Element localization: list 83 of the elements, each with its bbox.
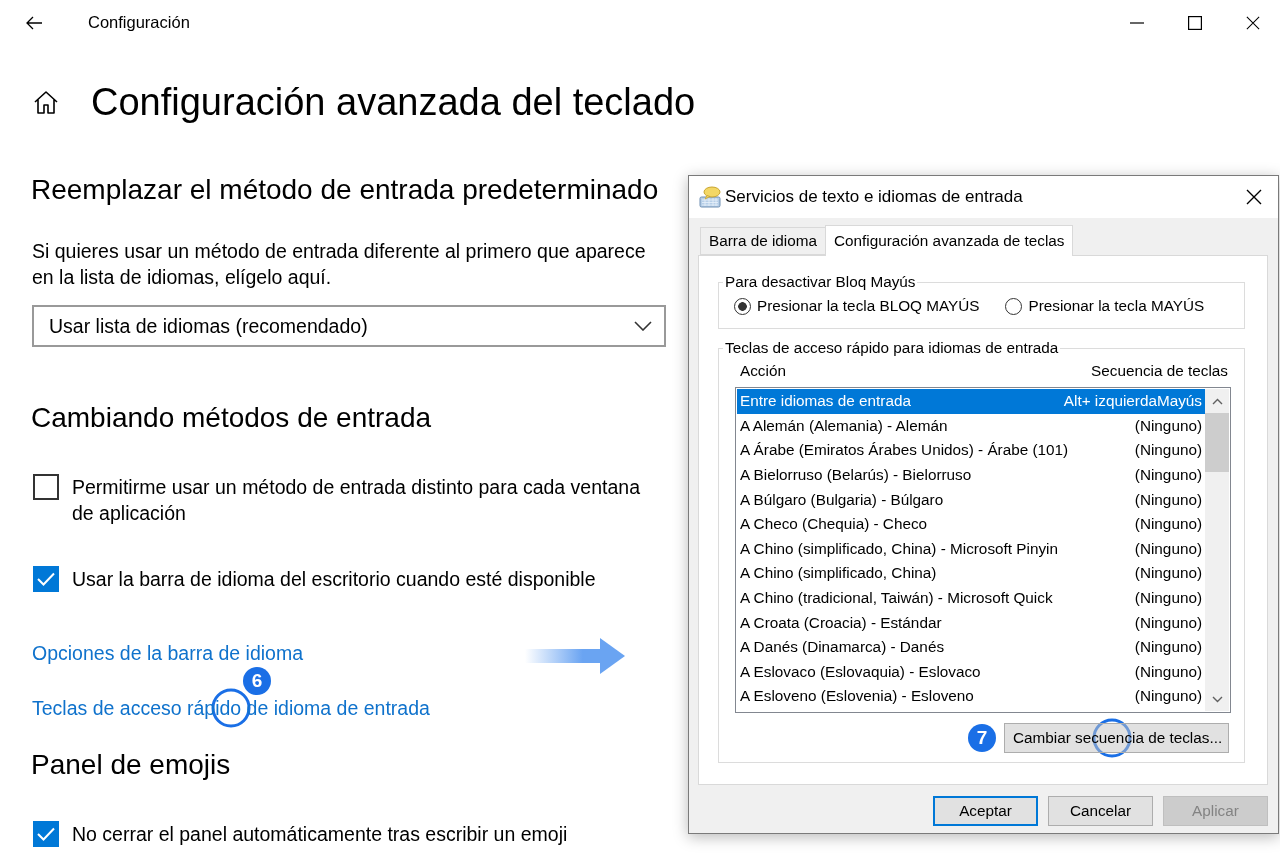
list-row[interactable]: A Danés (Dinamarca) - Danés (Ninguno) — [737, 634, 1205, 660]
section-heading: Reemplazar el método de entrada predeterminado — [31, 174, 659, 206]
keys-cell: (Ninguno) — [1134, 638, 1202, 657]
keys-cell: (Ninguno) — [1134, 539, 1202, 558]
keyboard-speech-icon — [699, 186, 721, 208]
chevron-up-icon[interactable] — [1211, 398, 1223, 405]
list-row[interactable]: A Eslovaco (Eslovaquia) - Eslovaco (Ninguno) — [737, 659, 1205, 685]
section-heading: Panel de emojis — [31, 749, 231, 781]
dialog-button[interactable]: Cancelar — [1048, 796, 1153, 826]
step-badge: 7 — [968, 724, 996, 752]
keys-cell: (Ninguno) — [1134, 466, 1202, 485]
back-arrow-icon — [26, 15, 42, 30]
list-row[interactable]: A Árabe (Emiratos Árabes Unidos) - Árabe (101) (Ninguno) — [737, 438, 1205, 463]
close-icon — [1246, 15, 1260, 30]
keys-cell: (Ninguno) — [1134, 564, 1202, 583]
checkbox-label: Permitirme usar un método de entrada distinto para cada ventana de aplicación — [72, 475, 641, 526]
group-title: Para desactivar Bloq Mayús — [724, 273, 917, 291]
keys-cell: (Ninguno) — [1134, 662, 1202, 681]
close-icon — [1246, 189, 1262, 205]
dropdown[interactable]: Usar lista de idiomas (recomendado) — [32, 305, 666, 347]
action-cell: A Búlgaro (Bulgaria) - Búlgaro — [740, 490, 944, 509]
home-icon[interactable] — [34, 90, 58, 114]
checkmark-icon — [37, 827, 55, 841]
action-cell: A Alemán (Alemania) - Alemán — [740, 416, 948, 435]
checkbox-label: Usar la barra de idioma del escritorio cuando esté disponible — [72, 567, 596, 592]
keys-cell: Alt+ izquierdaMayús — [1063, 392, 1202, 411]
list-row[interactable]: A Búlgaro (Bulgaria) - Búlgaro (Ninguno) — [737, 487, 1205, 512]
column-header: Secuencia de teclas — [1091, 362, 1228, 380]
checkbox[interactable] — [33, 566, 59, 592]
section-description: Si quieres usar un método de entrada diferente al primero que aparece en la lista de idiomas, elígelo aquí. — [32, 239, 647, 290]
action-cell: A Danés (Dinamarca) - Danés — [740, 638, 945, 657]
action-cell: Entre idiomas de entrada — [740, 392, 911, 411]
dialog-button[interactable]: Aceptar — [933, 796, 1038, 826]
radio-button[interactable] — [734, 297, 751, 315]
list-row[interactable]: A Bielorruso (Belarús) - Bielorruso (Ninguno) — [737, 462, 1205, 488]
scroll-thumb[interactable] — [1205, 413, 1229, 472]
maximize-icon — [1188, 15, 1202, 30]
checkbox[interactable] — [33, 474, 59, 500]
keys-cell: (Ninguno) — [1134, 416, 1202, 435]
action-cell: A Esloveno (Eslovenia) - Esloveno — [740, 687, 974, 706]
group-title: Teclas de acceso rápido para idiomas de entrada — [724, 339, 1060, 357]
chevron-down-icon[interactable] — [1211, 696, 1223, 703]
link[interactable]: Opciones de la barra de idioma — [32, 640, 303, 666]
radio-label: Presionar la tecla MAYÚS — [1028, 297, 1205, 315]
keys-cell: (Ninguno) — [1134, 441, 1202, 460]
radio-button[interactable] — [1005, 297, 1023, 315]
minimize-icon — [1130, 21, 1144, 24]
keys-cell: (Ninguno) — [1134, 613, 1202, 632]
list-row[interactable]: A Croata (Croacia) - Estándar (Ninguno) — [737, 610, 1205, 635]
checkbox[interactable] — [33, 821, 59, 847]
checkbox-label: No cerrar el panel automáticamente tras escribir un emoji — [72, 822, 568, 847]
action-cell: A Chino (simplificado, China) - Microsoft Pinyin — [740, 539, 1058, 558]
list-row[interactable]: A Chino (tradicional, Taiwán) - Microsoft Quick (Ninguno) — [737, 585, 1205, 611]
list-row[interactable]: A Checo (Chequia) - Checo (Ninguno) — [737, 511, 1205, 537]
list-row[interactable]: A Alemán (Alemania) - Alemán (Ninguno) — [737, 413, 1205, 439]
action-cell: A Checo (Chequia) - Checo — [740, 515, 928, 534]
step-badge: 6 — [243, 667, 271, 695]
chevron-down-icon — [634, 321, 652, 331]
action-cell: A Árabe (Emiratos Árabes Unidos) - Árabe (101) — [740, 441, 1069, 460]
list-row[interactable]: A Chino (simplificado, China) (Ninguno) — [737, 561, 1205, 586]
column-header: Acción — [740, 362, 786, 380]
action-cell: A Eslovaco (Eslovaquia) - Eslovaco — [740, 662, 981, 681]
list-row[interactable]: A Esloveno (Eslovenia) - Esloveno (Ninguno) — [737, 684, 1205, 709]
action-cell: A Chino (simplificado, China) — [740, 564, 937, 583]
change-keys-button[interactable]: Cambiar secuencia de teclas... — [1004, 723, 1229, 753]
scrollbar[interactable] — [1205, 389, 1229, 711]
action-cell: A Chino (tradicional, Taiwán) - Microsoft Quick — [740, 589, 1053, 608]
action-cell: A Croata (Croacia) - Estándar — [740, 613, 942, 632]
section-heading: Cambiando métodos de entrada — [31, 402, 432, 434]
keys-cell: (Ninguno) — [1134, 687, 1202, 706]
dialog-title: Servicios de texto e idiomas de entrada — [725, 187, 1023, 207]
tab[interactable]: Configuración avanzada de teclas — [825, 225, 1074, 256]
tab[interactable]: Barra de idioma — [700, 227, 826, 255]
page-title: Configuración avanzada del teclado — [91, 80, 696, 124]
radio-label: Presionar la tecla BLOQ MAYÚS — [757, 297, 980, 315]
window-title: Configuración — [88, 13, 190, 32]
checkmark-icon — [37, 572, 55, 586]
keys-cell: (Ninguno) — [1134, 589, 1202, 608]
list-row[interactable]: A Chino (simplificado, China) - Microsoft Pinyin (Ninguno) — [737, 536, 1205, 562]
keys-cell: (Ninguno) — [1134, 515, 1202, 534]
keys-cell: (Ninguno) — [1134, 490, 1202, 509]
list-row[interactable]: Entre idiomas de entrada Alt+ izquierdaMayús — [737, 389, 1205, 414]
action-cell: A Bielorruso (Belarús) - Bielorruso — [740, 466, 972, 485]
